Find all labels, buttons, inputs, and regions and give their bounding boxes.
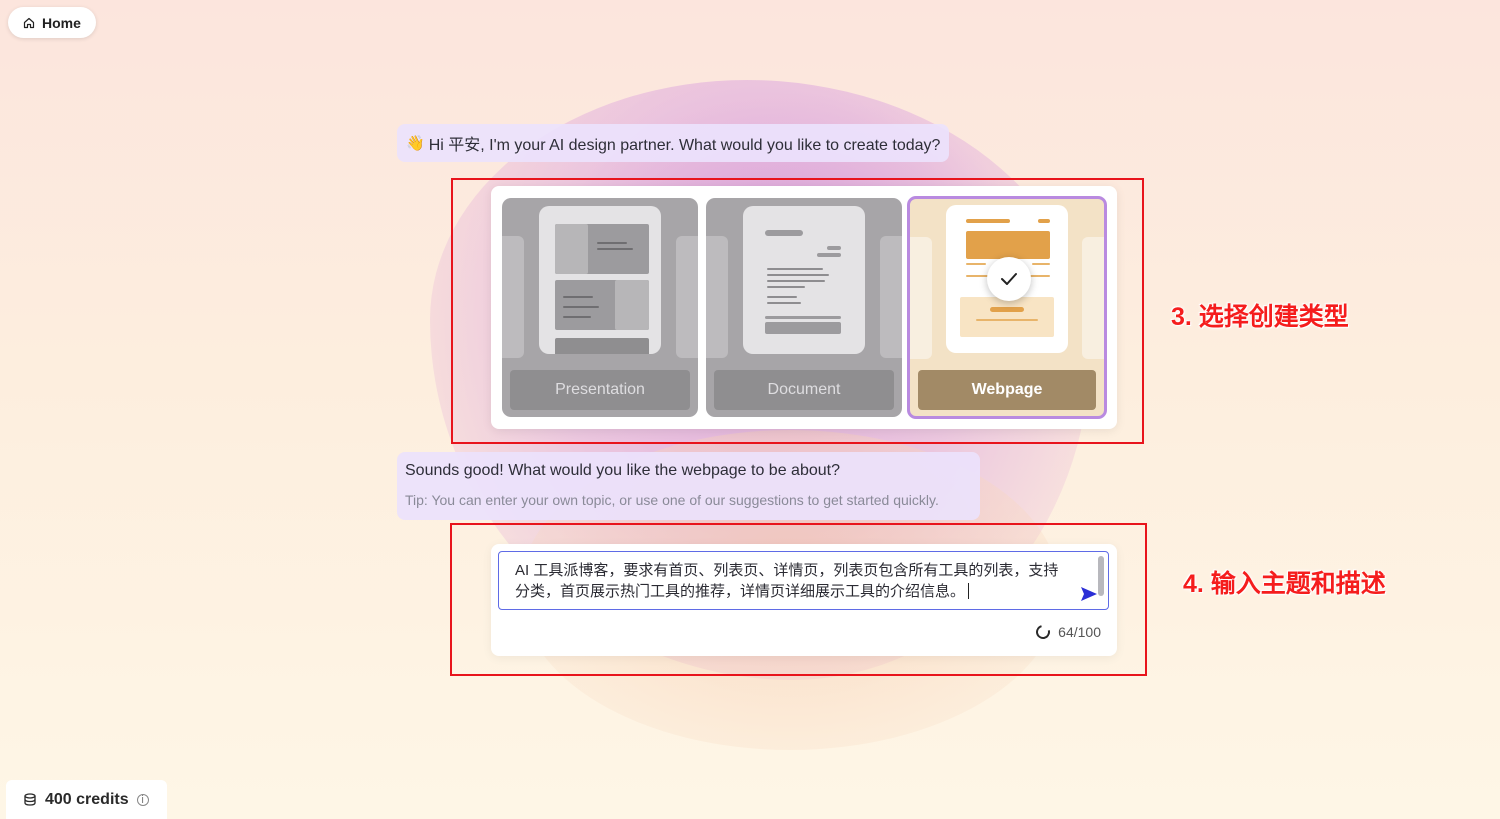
- home-button[interactable]: Home: [8, 7, 96, 38]
- credits-label: 400 credits: [45, 790, 129, 808]
- assistant-reply: Sounds good! What would you like the web…: [397, 452, 980, 520]
- coins-icon: [24, 792, 36, 806]
- wave-icon: 👋: [406, 135, 425, 152]
- assistant-greeting: 👋 Hi 平安, I'm your AI design partner. Wha…: [397, 124, 950, 162]
- info-icon[interactable]: i: [136, 793, 149, 806]
- credits-badge[interactable]: 400 credits i: [6, 780, 167, 819]
- annotation-box-input: [450, 523, 1147, 676]
- annotation-box-type: [451, 178, 1144, 444]
- home-icon: [23, 17, 35, 28]
- greeting-text: Hi 平安, I'm your AI design partner. What …: [428, 137, 941, 154]
- annotation-step3: 3. 选择创建类型: [1171, 303, 1349, 331]
- reply-text: Sounds good! What would you like the web…: [405, 462, 840, 479]
- home-label: Home: [42, 14, 81, 31]
- reply-tip: Tip: You can enter your own topic, or us…: [405, 492, 939, 508]
- annotation-step4: 4. 输入主题和描述: [1183, 570, 1386, 598]
